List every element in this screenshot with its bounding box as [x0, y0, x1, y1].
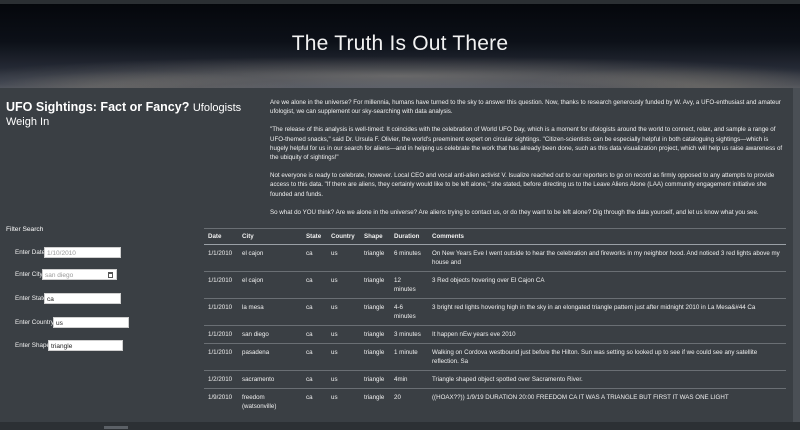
date-label: Enter Date — [15, 248, 46, 256]
country-label: Enter Country — [15, 318, 54, 326]
state-label: Enter State — [15, 294, 47, 302]
cell-city: pasadena — [238, 343, 302, 371]
cell-shape: triangle — [360, 343, 390, 371]
page-heading: UFO Sightings: Fact or Fancy? Ufologists… — [6, 100, 261, 128]
cell-shape: triangle — [364, 394, 385, 401]
table-row: 1/9/2010 freedom (watsonville) ca us tri… — [204, 389, 786, 416]
cell-country: us — [327, 370, 360, 389]
cell-state: ca — [302, 271, 327, 299]
calendar-icon[interactable] — [108, 271, 113, 278]
cell-state: ca — [302, 370, 327, 389]
cell-duration: 4-6 minutes — [390, 298, 428, 326]
column-header-shape: Shape — [360, 228, 390, 245]
cell-date: 1/1/2010 — [204, 298, 238, 326]
vertical-scrollbar[interactable] — [793, 88, 800, 422]
filter-search-title: Filter Search — [6, 226, 44, 233]
table-row: 1/1/2010 la mesa ca us triangle 4-6 minu… — [204, 298, 786, 326]
cell-shape: triangle — [360, 370, 390, 389]
filter-state-row: Enter State ca — [15, 292, 121, 304]
table-row: 1/1/2010 el cajon ca us triangle 12 minu… — [204, 271, 786, 299]
cell-city: el cajon — [238, 244, 302, 272]
cell-comments: Triangle shaped object spotted over Sacr… — [428, 370, 786, 389]
table-row: 1/1/2010 san diego ca us triangle 3 minu… — [204, 325, 786, 344]
filter-shape-row: Enter Shape triangle — [15, 339, 123, 351]
column-header-date: Date — [204, 228, 238, 245]
cell-city: sacramento — [238, 370, 302, 389]
horizontal-scrollbar[interactable] — [0, 422, 800, 430]
earth-horizon-image — [0, 56, 800, 88]
cell-comments: On New Years Eve I went outside to hear … — [428, 244, 786, 272]
table-header: Date City State Country Shape Duration C… — [204, 228, 786, 245]
shape-input[interactable]: triangle — [48, 339, 123, 351]
city-input[interactable]: san diego — [42, 268, 117, 280]
cell-date: 1/9/2010 — [208, 394, 233, 401]
filter-city-row: Enter City san diego — [15, 268, 117, 280]
cell-country: us — [327, 325, 360, 344]
cell-country: us — [327, 298, 360, 326]
page-title: UFO Sightings: Fact or Fancy? — [6, 100, 190, 114]
cell-state: ca — [306, 394, 313, 401]
column-header-duration: Duration — [390, 228, 428, 245]
cell-country: us — [327, 244, 360, 272]
cell-duration: 12 minutes — [390, 271, 428, 299]
cell-shape: triangle — [360, 325, 390, 344]
country-input[interactable]: us — [53, 316, 129, 328]
column-header-state: State — [302, 228, 327, 245]
cell-city: san diego — [238, 325, 302, 344]
shape-label: Enter Shape — [15, 341, 51, 349]
hero-banner: The Truth Is Out There — [0, 4, 800, 88]
cell-date: 1/1/2010 — [204, 325, 238, 344]
cell-state: ca — [302, 325, 327, 344]
state-input[interactable]: ca — [44, 292, 121, 304]
filter-date-row: Enter Date 1/10/2010 — [15, 246, 121, 258]
cell-state: ca — [302, 298, 327, 326]
table-row: 1/2/2010 sacramento ca us triangle 4min … — [204, 370, 786, 389]
hero-title: The Truth Is Out There — [291, 32, 509, 55]
cell-state: ca — [302, 343, 327, 371]
cell-duration: 6 minutes — [390, 244, 428, 272]
intro-article: Are we alone in the universe? For millen… — [270, 98, 785, 226]
cell-date: 1/1/2010 — [204, 343, 238, 371]
cell-city: el cajon — [238, 271, 302, 299]
scrollbar-thumb[interactable] — [104, 426, 128, 429]
cell-comments: 3 bright red lights hovering high in the… — [428, 298, 786, 326]
cell-comments: ((HOAX??)) 1/9/19 DURATION 20:00 FREEDOM… — [432, 394, 729, 401]
column-header-city: City — [238, 228, 302, 245]
city-placeholder: san diego — [45, 271, 74, 279]
cell-shape: triangle — [360, 271, 390, 299]
date-input[interactable]: 1/10/2010 — [44, 246, 121, 258]
cell-city: la mesa — [238, 298, 302, 326]
intro-paragraph: Not everyone is ready to celebrate, howe… — [270, 172, 775, 198]
cell-city: freedom (watsonville) — [242, 394, 277, 410]
intro-paragraph: So what do YOU think? Are we alone in th… — [270, 208, 759, 216]
table-row: 1/1/2010 pasadena ca us triangle 1 minut… — [204, 343, 786, 371]
cell-country: us — [327, 271, 360, 299]
cell-duration: 20 — [394, 394, 401, 401]
cell-duration: 1 minute — [390, 343, 428, 371]
cell-comments: It happen nEw years eve 2010 — [428, 325, 786, 344]
cell-date: 1/1/2010 — [204, 271, 238, 299]
intro-paragraph: Are we alone in the universe? For millen… — [270, 99, 781, 116]
cell-country: us — [331, 394, 338, 401]
intro-paragraph: "The release of this analysis is well-ti… — [270, 126, 783, 162]
filter-country-row: Enter Country us — [15, 316, 129, 328]
cell-country: us — [327, 343, 360, 371]
ufo-sightings-table: Date City State Country Shape Duration C… — [204, 228, 786, 415]
column-header-country: Country — [327, 228, 360, 245]
cell-state: ca — [302, 244, 327, 272]
cell-date: 1/2/2010 — [204, 370, 238, 389]
column-header-comments: Comments — [428, 228, 786, 245]
cell-duration: 4min — [390, 370, 428, 389]
table-row: 1/1/2010 el cajon ca us triangle 6 minut… — [204, 244, 786, 272]
cell-duration: 3 minutes — [390, 325, 428, 344]
cell-date: 1/1/2010 — [204, 244, 238, 272]
cell-comments: 3 Red objects hovering over El Cajon CA — [428, 271, 786, 299]
cell-shape: triangle — [360, 244, 390, 272]
cell-shape: triangle — [360, 298, 390, 326]
cell-comments: Walking on Cordova westbound just before… — [428, 343, 786, 371]
city-label: Enter City — [15, 270, 43, 278]
